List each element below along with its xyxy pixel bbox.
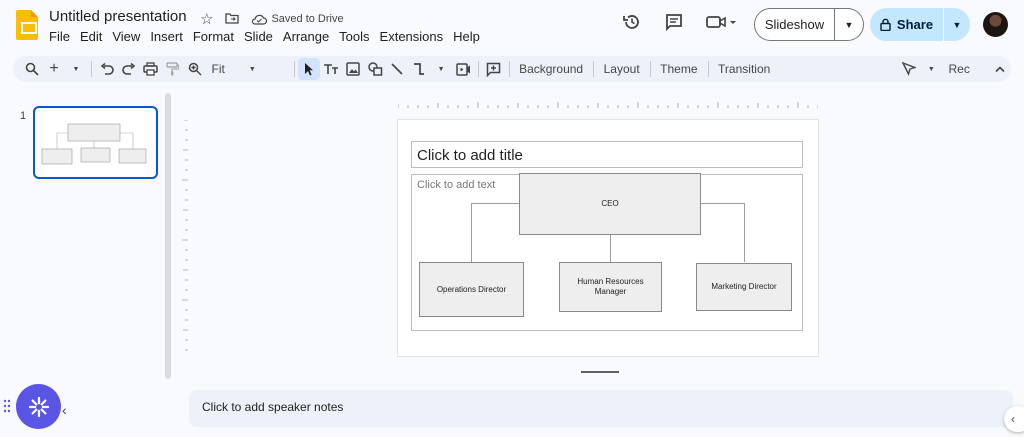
shape-icon[interactable]	[364, 58, 386, 80]
speaker-notes-placeholder: Click to add speaker notes	[202, 400, 344, 414]
toolbar-divider	[478, 61, 479, 77]
header-actions	[620, 10, 756, 34]
toolbar-divider	[91, 61, 92, 77]
print-icon[interactable]	[140, 58, 162, 80]
meet-icon[interactable]	[704, 10, 738, 34]
zoom-icon[interactable]	[184, 58, 206, 80]
insert-comment-icon[interactable]	[483, 58, 505, 80]
share-main[interactable]: Share	[870, 8, 944, 41]
drag-handle-icon[interactable]	[3, 399, 11, 413]
connector-left-horizontal[interactable]	[471, 203, 520, 204]
title-icons: ☆ Saved to Drive	[200, 10, 344, 28]
background-button[interactable]: Background	[513, 62, 589, 76]
horizontal-ruler[interactable]	[398, 98, 818, 108]
select-tool-icon[interactable]	[298, 58, 321, 80]
document-title[interactable]: Untitled presentation	[49, 8, 187, 25]
slide-canvas[interactable]: Click to add title Click to add text CEO…	[398, 120, 818, 356]
zoom-select[interactable]: Fit ▼	[206, 62, 262, 76]
new-slide-dropdown-icon[interactable]: ▼	[65, 58, 87, 80]
org-box-hr-manager[interactable]: Human Resources Manager	[559, 262, 662, 312]
comments-icon[interactable]	[662, 10, 686, 34]
slideshow-label: Slideshow	[755, 9, 835, 40]
header: Untitled presentation ☆ Saved to Drive F…	[0, 0, 1024, 52]
slide-thumbnail[interactable]	[33, 106, 158, 179]
saved-status-label: Saved to Drive	[271, 13, 344, 25]
connector-right-horizontal[interactable]	[700, 203, 744, 204]
record-button[interactable]: Rec	[942, 58, 971, 80]
text-box-icon[interactable]	[320, 58, 342, 80]
org-box-operations-director[interactable]: Operations Director	[419, 262, 524, 317]
star-icon[interactable]: ☆	[200, 10, 213, 28]
insert-video-icon[interactable]	[452, 58, 474, 80]
toolbar: + ▼ Fit ▼ ▼ Background Layout Theme Tran…	[13, 56, 1011, 82]
org-box-ceo[interactable]: CEO	[519, 173, 701, 235]
menu-edit[interactable]: Edit	[75, 29, 107, 45]
pointer-icon[interactable]	[898, 58, 920, 80]
menu-tools[interactable]: Tools	[334, 29, 374, 45]
slides-logo-icon[interactable]	[16, 10, 38, 40]
share-button[interactable]: Share ▼	[870, 8, 970, 41]
side-panel-toggle-icon[interactable]: ‹	[1004, 406, 1024, 432]
toolbar-divider	[649, 61, 651, 77]
search-menus-icon[interactable]	[21, 58, 43, 80]
paint-format-icon[interactable]	[162, 58, 184, 80]
toolbar-divider	[293, 61, 295, 77]
body-placeholder-text: Click to add text	[417, 179, 496, 191]
record-label: Rec	[948, 62, 970, 76]
menu-insert[interactable]: Insert	[145, 29, 188, 45]
toolbar-divider	[593, 61, 594, 77]
cloud-done-icon	[252, 14, 268, 25]
insert-image-icon[interactable]	[342, 58, 364, 80]
line-icon[interactable]	[386, 58, 408, 80]
lock-icon	[880, 18, 891, 31]
vertical-ruler[interactable]	[180, 120, 188, 355]
connector-center-vertical[interactable]	[610, 234, 611, 263]
undo-icon[interactable]	[96, 58, 118, 80]
collapse-panel-icon[interactable]: ‹	[62, 402, 67, 418]
menu-help[interactable]: Help	[448, 29, 485, 45]
assistant-fab-button[interactable]	[16, 384, 61, 429]
connector-right-vertical[interactable]	[744, 203, 745, 262]
title-placeholder[interactable]: Click to add title	[411, 141, 803, 168]
menubar: File Edit View Insert Format Slide Arran…	[49, 29, 485, 45]
pointer-dropdown-icon[interactable]: ▼	[920, 58, 942, 80]
menu-slide[interactable]: Slide	[239, 29, 278, 45]
version-history-icon[interactable]	[620, 10, 644, 34]
move-to-folder-icon[interactable]	[225, 12, 240, 27]
collapse-toolbar-icon[interactable]	[989, 58, 1011, 80]
saved-status[interactable]: Saved to Drive	[251, 13, 344, 25]
slideshow-dropdown-icon[interactable]: ▼	[835, 20, 863, 30]
toolbar-divider	[508, 61, 510, 77]
toolbar-divider	[707, 61, 709, 77]
zoom-value: Fit	[211, 62, 225, 76]
speaker-notes[interactable]: Click to add speaker notes	[189, 390, 1013, 427]
new-slide-icon[interactable]: +	[43, 58, 65, 80]
slideshow-button[interactable]: Slideshow ▼	[754, 8, 864, 41]
notes-resize-handle[interactable]	[581, 371, 619, 373]
thumbnail-org-chart	[41, 123, 147, 165]
org-box-marketing-director[interactable]: Marketing Director	[696, 263, 792, 311]
zoom-dropdown-icon: ▼	[248, 65, 256, 73]
menu-file[interactable]: File	[49, 29, 75, 45]
avatar[interactable]	[983, 12, 1008, 37]
menu-view[interactable]: View	[107, 29, 145, 45]
connector-left-vertical[interactable]	[471, 203, 472, 262]
connector-dropdown-icon[interactable]: ▼	[430, 58, 452, 80]
menu-arrange[interactable]: Arrange	[278, 29, 334, 45]
sparkle-icon	[28, 396, 49, 417]
filmstrip-scrollbar[interactable]	[165, 93, 171, 379]
transition-button[interactable]: Transition	[712, 62, 776, 76]
slide-number: 1	[20, 110, 27, 122]
theme-button[interactable]: Theme	[654, 62, 703, 76]
share-dropdown-icon[interactable]: ▼	[944, 20, 970, 30]
menu-extensions[interactable]: Extensions	[375, 29, 449, 45]
share-label: Share	[896, 17, 934, 32]
redo-icon[interactable]	[118, 58, 140, 80]
connector-icon[interactable]	[408, 58, 430, 80]
menu-format[interactable]: Format	[188, 29, 239, 45]
layout-button[interactable]: Layout	[598, 62, 646, 76]
